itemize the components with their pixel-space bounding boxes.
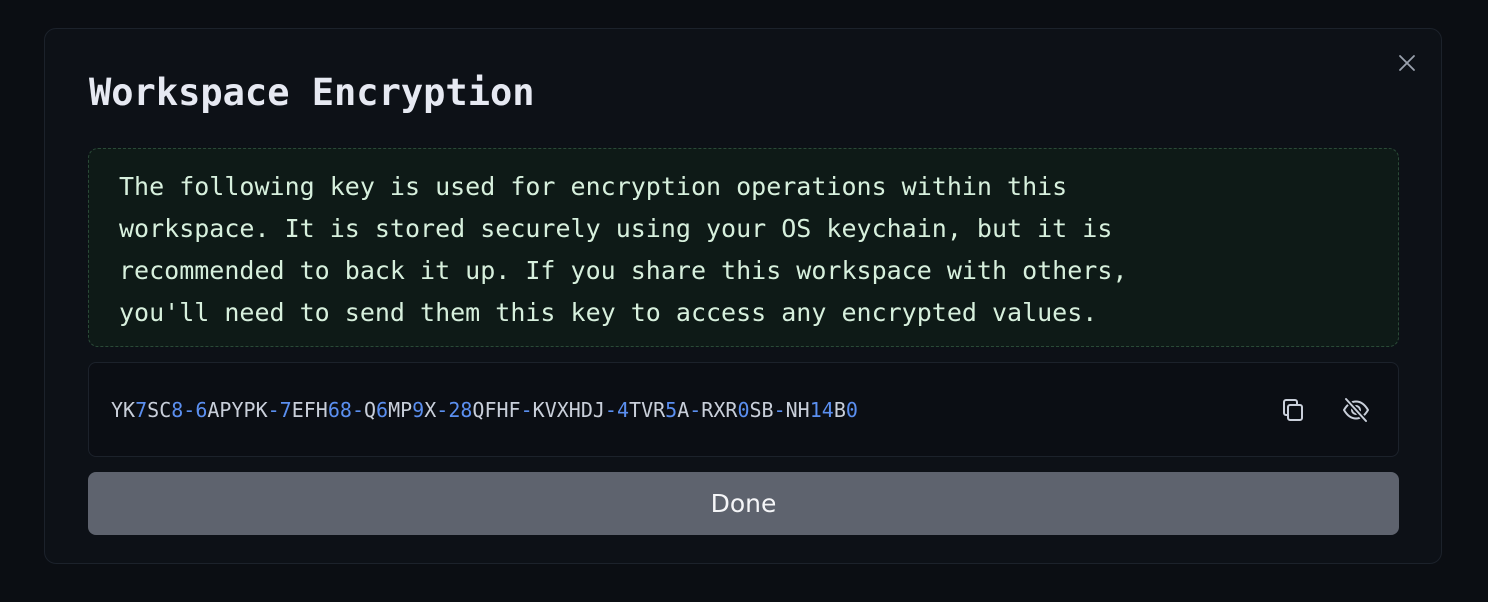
encryption-dialog: Workspace Encryption The following key i…	[44, 28, 1442, 564]
encryption-notice: The following key is used for encryption…	[88, 148, 1399, 347]
notice-line: workspace. It is stored securely using y…	[119, 214, 1113, 243]
notice-line: you'll need to send them this key to acc…	[119, 298, 1098, 327]
notice-text: The following key is used for encryption…	[119, 166, 1349, 334]
copy-icon	[1279, 396, 1307, 424]
close-icon	[1398, 54, 1416, 72]
notice-line: recommended to back it up. If you share …	[119, 256, 1128, 285]
copy-key-button[interactable]	[1276, 393, 1310, 427]
notice-line: The following key is used for encryption…	[119, 172, 1068, 201]
toggle-key-visibility-button[interactable]	[1339, 393, 1373, 427]
close-button[interactable]	[1395, 51, 1419, 75]
eye-off-icon	[1341, 395, 1371, 425]
done-button[interactable]: Done	[88, 472, 1399, 535]
encryption-key-value[interactable]: YK7SC8-6APYPK-7EFH68-Q6MP9X-28QFHF-KVXHD…	[111, 396, 858, 424]
dialog-title: Workspace Encryption	[89, 71, 535, 114]
encryption-key-field: YK7SC8-6APYPK-7EFH68-Q6MP9X-28QFHF-KVXHD…	[88, 362, 1399, 457]
